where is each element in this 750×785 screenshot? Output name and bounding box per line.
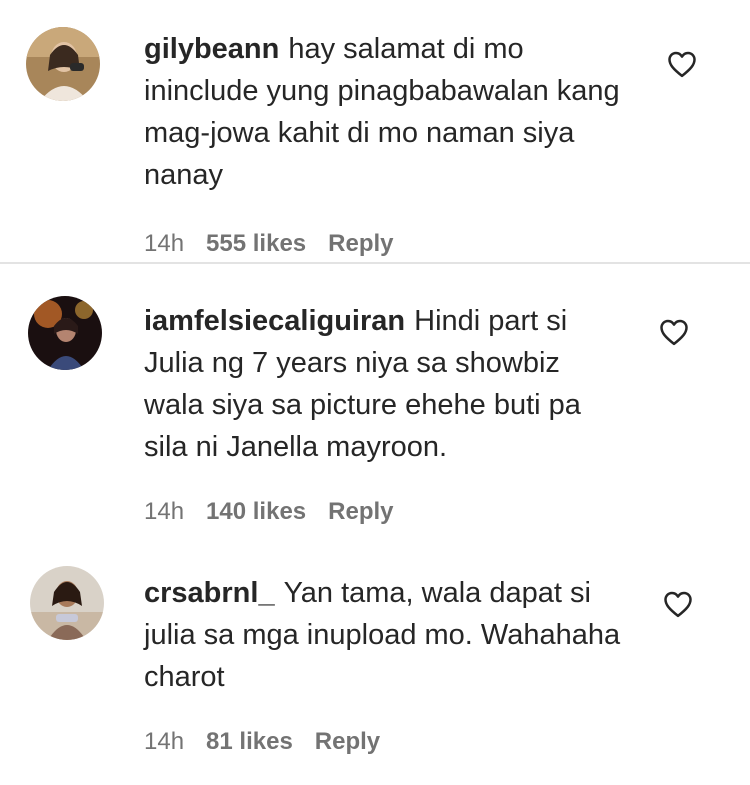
comment-body: crsabrnl_ Yan tama, wala dapat si julia s… [144,572,624,698]
comment-meta: 14h 81 likes Reply [144,728,402,756]
reply-button[interactable]: Reply [328,498,393,525]
comment-body: iamfelsiecaliguiran Hindi part si Julia n… [144,300,624,468]
avatar[interactable] [26,27,100,101]
comment-likes[interactable]: 81 likes [206,728,293,755]
heart-outline-icon[interactable] [667,50,697,78]
comment-meta: 14h 140 likes Reply [144,498,416,526]
comment-likes[interactable]: 555 likes [206,230,306,257]
comment-item: iamfelsiecaliguiran Hindi part si Julia n… [0,264,750,534]
comment-username[interactable]: gilybeann [144,33,279,65]
avatar[interactable] [30,566,104,640]
comment-username[interactable]: iamfelsiecaliguiran [144,305,405,337]
comment-time[interactable]: 14h [144,728,184,755]
avatar[interactable] [28,296,102,370]
comment-likes[interactable]: 140 likes [206,498,306,525]
comment-username[interactable]: crsabrnl_ [144,577,275,609]
comment-item: crsabrnl_ Yan tama, wala dapat si julia s… [0,534,750,785]
heart-outline-icon[interactable] [663,590,693,618]
heart-outline-icon[interactable] [659,318,689,346]
comment-item: gilybeann hay salamat di mo ininclude yun… [0,0,750,262]
comment-time[interactable]: 14h [144,230,184,257]
reply-button[interactable]: Reply [328,230,393,257]
comment-time[interactable]: 14h [144,498,184,525]
comment-body: gilybeann hay salamat di mo ininclude yun… [144,28,624,196]
reply-button[interactable]: Reply [315,728,380,755]
comment-meta: 14h 555 likes Reply [144,230,416,258]
